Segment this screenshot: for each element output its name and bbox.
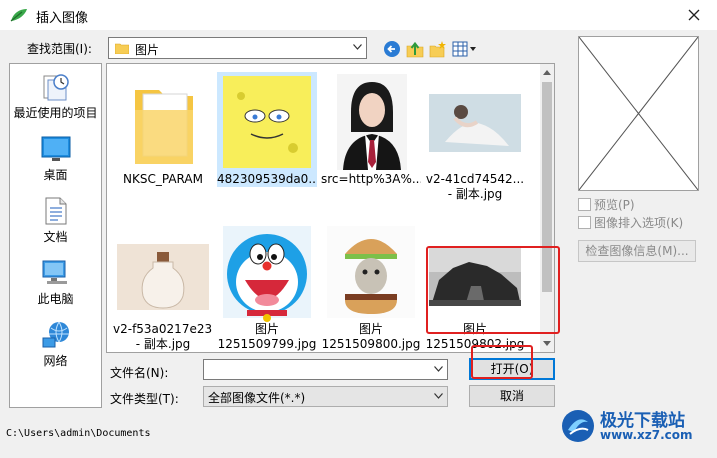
title-bar: 插入图像 bbox=[0, 0, 717, 30]
image-thumbnail bbox=[321, 222, 421, 322]
view-menu-icon[interactable] bbox=[452, 40, 478, 58]
look-in-value: 图片 bbox=[135, 43, 160, 57]
file-item[interactable]: NKSC_PARAM bbox=[113, 72, 213, 212]
highlight-box-image bbox=[426, 246, 560, 334]
file-name: v2-41cd74542... bbox=[425, 172, 525, 186]
app-leaf-icon bbox=[10, 9, 27, 22]
image-thumbnail bbox=[425, 72, 525, 172]
file-name: src=http%3A%... bbox=[321, 172, 421, 186]
highlight-box-open bbox=[471, 345, 533, 379]
site-watermark: 极光下载站 www.xz7.com bbox=[560, 404, 710, 448]
file-name: 图片 bbox=[358, 322, 383, 336]
file-name: v2-f53a0217e23... bbox=[113, 322, 213, 336]
insert-options-checkbox[interactable]: 图像排入选项(K) bbox=[578, 214, 708, 230]
image-thumbnail bbox=[321, 72, 421, 172]
documents-icon bbox=[45, 197, 66, 225]
file-name-line2: 1251509800.jpg bbox=[321, 337, 421, 351]
place-label: 此电脑 bbox=[37, 292, 74, 306]
places-bar: 最近使用的项目 桌面 文档 此电脑 网络 bbox=[9, 63, 102, 408]
file-name: NKSC_PARAM bbox=[123, 172, 203, 186]
new-folder-icon[interactable] bbox=[429, 40, 447, 58]
spongebob-thumbnail bbox=[223, 76, 311, 168]
checkbox-label: 预览(P) bbox=[594, 198, 635, 212]
file-name-line2: 1251509799.jpg bbox=[217, 337, 317, 351]
place-label: 文档 bbox=[43, 230, 68, 244]
file-item[interactable]: v2-f53a0217e23... - 副本.jpg bbox=[113, 222, 213, 352]
back-icon[interactable] bbox=[383, 40, 401, 58]
scroll-down-icon[interactable] bbox=[543, 341, 551, 347]
cat-burger-thumbnail bbox=[327, 226, 415, 318]
close-icon[interactable] bbox=[683, 4, 705, 26]
place-this-pc[interactable]: 此电脑 bbox=[10, 258, 101, 314]
place-label: 最近使用的项目 bbox=[13, 106, 98, 120]
folder-icon bbox=[115, 43, 129, 54]
place-recent-items[interactable]: 最近使用的项目 bbox=[10, 72, 101, 128]
file-name-label: 文件名(N): bbox=[110, 366, 169, 380]
watermark-url: www.xz7.com bbox=[600, 428, 693, 442]
file-item[interactable]: 图片 1251509800.jpg bbox=[321, 222, 421, 352]
folder-thumbnail bbox=[113, 72, 213, 172]
file-item[interactable]: 图片 1251509799.jpg bbox=[217, 222, 317, 352]
folder-icon bbox=[135, 90, 193, 164]
look-in-combobox[interactable]: 图片 bbox=[108, 37, 367, 59]
file-item[interactable]: v2-41cd74542... - 副本.jpg bbox=[425, 72, 525, 212]
aurora-logo-icon bbox=[562, 410, 594, 442]
file-name: 图片 bbox=[254, 322, 279, 336]
woman-photo-thumbnail bbox=[429, 94, 521, 152]
image-thumbnail bbox=[113, 222, 213, 322]
chevron-down-icon[interactable] bbox=[434, 366, 443, 372]
file-type-value: 全部图像文件(*.*) bbox=[208, 391, 306, 405]
chevron-down-icon bbox=[434, 393, 443, 399]
file-type-combobox[interactable]: 全部图像文件(*.*) bbox=[203, 386, 448, 407]
check-image-info-button[interactable]: 检查图像信息(M)... bbox=[578, 240, 696, 262]
window-title: 插入图像 bbox=[36, 11, 89, 26]
desktop-icon bbox=[41, 136, 70, 161]
no-preview-cross-icon bbox=[578, 36, 699, 191]
file-item-selected[interactable]: 482309539da0... bbox=[217, 72, 317, 212]
checkbox-box bbox=[578, 216, 591, 229]
scroll-up-icon[interactable] bbox=[543, 69, 551, 75]
image-thumbnail bbox=[217, 72, 317, 172]
image-thumbnail bbox=[217, 222, 317, 322]
portrait-photo-thumbnail bbox=[337, 74, 407, 170]
preview-checkbox[interactable]: 预览(P) bbox=[578, 196, 708, 212]
file-name-line2: - 副本.jpg bbox=[447, 187, 503, 201]
current-path: C:\Users\admin\Documents bbox=[6, 428, 151, 439]
file-name-input[interactable] bbox=[203, 359, 448, 380]
look-in-label: 查找范围(I): bbox=[27, 42, 92, 56]
file-name-line2: - 副本.jpg bbox=[135, 337, 191, 351]
place-desktop[interactable]: 桌面 bbox=[10, 134, 101, 190]
place-network[interactable]: 网络 bbox=[10, 320, 101, 376]
network-icon bbox=[42, 321, 69, 348]
chevron-down-icon bbox=[353, 44, 362, 50]
place-label: 网络 bbox=[43, 354, 68, 368]
up-folder-icon[interactable] bbox=[406, 40, 424, 58]
recent-items-icon bbox=[43, 74, 69, 101]
place-label: 桌面 bbox=[43, 168, 68, 182]
preview-pane bbox=[578, 36, 699, 191]
file-name: 482309539da0... bbox=[217, 172, 317, 187]
insert-image-dialog: 插入图像 查找范围(I): 图片 最近使用的项目 桌面 文档 此电脑 网络 NK… bbox=[0, 0, 717, 458]
place-documents[interactable]: 文档 bbox=[10, 196, 101, 252]
this-pc-icon bbox=[42, 260, 67, 284]
file-type-label: 文件类型(T): bbox=[110, 392, 179, 406]
cancel-button[interactable]: 取消 bbox=[469, 385, 555, 407]
checkbox-box bbox=[578, 198, 591, 211]
doraemon-thumbnail bbox=[223, 226, 311, 322]
checkbox-label: 图像排入选项(K) bbox=[594, 216, 684, 230]
file-item[interactable]: src=http%3A%... bbox=[321, 72, 421, 212]
bottle-photo-thumbnail bbox=[117, 244, 209, 310]
